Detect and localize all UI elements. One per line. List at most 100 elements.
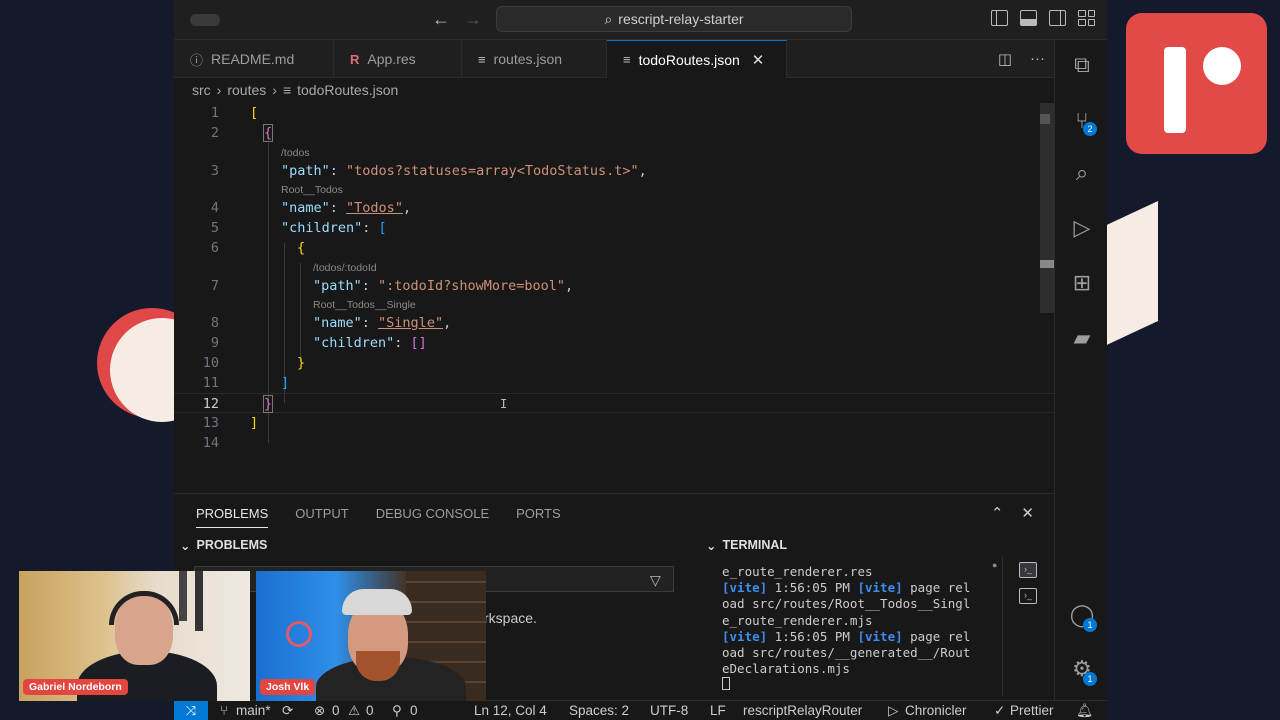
code-line: 5 "children": [ bbox=[210, 220, 387, 236]
webcam-left: Gabriel Nordeborn bbox=[19, 571, 250, 701]
tab-ports[interactable]: PORTS bbox=[516, 506, 561, 521]
branch-icon: ⑂ bbox=[220, 703, 229, 718]
forward-arrow-icon[interactable]: → bbox=[464, 9, 482, 30]
workspace-name: rescript-relay-starter bbox=[618, 11, 744, 27]
cursor-position[interactable]: Ln 12, Col 4 bbox=[474, 703, 547, 718]
json-icon: ≡ bbox=[478, 51, 486, 67]
search-icon[interactable]: ⌕ bbox=[1069, 160, 1095, 186]
run-and-debug-icon[interactable]: ▷ bbox=[1069, 215, 1095, 241]
code-line-current: 12} I bbox=[174, 393, 1054, 413]
code-line: 3 "path": "todos?statuses=array<TodoStatu… bbox=[210, 163, 647, 179]
terminal-line: e_route_renderer.res bbox=[722, 564, 873, 579]
command-center-search[interactable]: ⌕ rescript-relay-starter bbox=[496, 6, 852, 32]
terminal-line: eDeclarations.mjs bbox=[722, 661, 850, 677]
chronicler-status[interactable]: Chronicler bbox=[905, 703, 967, 718]
indentation[interactable]: Spaces: 2 bbox=[569, 703, 629, 718]
tab-app-res[interactable]: R App.res bbox=[334, 40, 462, 78]
extensions-icon[interactable]: ⊞ bbox=[1069, 270, 1095, 296]
split-editor-icon[interactable]: ◫ bbox=[998, 50, 1012, 68]
code-line: 14 bbox=[202, 435, 219, 451]
customize-layout-icon[interactable] bbox=[1078, 10, 1095, 26]
tab-todo-routes-json[interactable]: ≡ todoRoutes.json ✕ bbox=[607, 40, 787, 78]
tab-problems[interactable]: PROBLEMS bbox=[196, 499, 269, 528]
scrollbar-marker bbox=[1040, 114, 1050, 124]
error-icon: ⊗ bbox=[314, 703, 326, 718]
explorer-icon[interactable]: ⧉ bbox=[1069, 52, 1095, 78]
inlay-hint: Root__Todos__Single bbox=[313, 299, 416, 311]
terminal-line: oad src/routes/__generated__/Rout bbox=[722, 645, 971, 661]
toggle-panel-icon[interactable] bbox=[1020, 10, 1037, 26]
remote-icon[interactable]: ⤨ bbox=[174, 701, 208, 720]
tab-routes-json[interactable]: ≡ routes.json bbox=[462, 40, 607, 78]
breadcrumb-file[interactable]: todoRoutes.json bbox=[297, 82, 398, 98]
warning-count[interactable]: 0 bbox=[366, 703, 374, 718]
tab-debug-console[interactable]: DEBUG CONSOLE bbox=[376, 506, 489, 521]
rescript-icon: R bbox=[350, 51, 360, 67]
git-branch[interactable]: main* bbox=[236, 703, 271, 718]
code-line: 11] bbox=[202, 375, 290, 391]
terminal-line: oad src/routes/Root__Todos__Singl bbox=[722, 596, 971, 612]
sync-icon[interactable]: ⟳ bbox=[282, 703, 293, 719]
warning-icon: ⚠ bbox=[348, 703, 361, 718]
terminal-section-header[interactable]: ⌄ TERMINAL bbox=[706, 534, 787, 556]
code-line: 7 "path": ":todoId?showMore=bool", bbox=[210, 278, 574, 294]
status-bar: ⤨ ⑂ main* ⟳ ⊗ 0 ⚠ 0 ⚲ 0 Ln 12, Col 4 Spa… bbox=[174, 700, 1107, 720]
code-line: 10} bbox=[202, 355, 306, 371]
chevron-down-icon: ⌄ bbox=[706, 538, 717, 553]
no-problems-message: rkspace. bbox=[484, 610, 537, 626]
background-shape-cream bbox=[1098, 201, 1158, 349]
code-editor[interactable]: 1[ 2{ /todos 3 "path": "todos?statuses=ar… bbox=[174, 103, 1054, 493]
problems-section-header[interactable]: ⌄ PROBLEMS bbox=[180, 534, 267, 556]
activity-bar: ⧉ ⑂ 2 ⌕ ▷ ⊞ ▰ ◯ 1 ⚙ 1 bbox=[1054, 40, 1107, 700]
back-arrow-icon[interactable]: ← bbox=[432, 9, 450, 30]
terminal-instance-icon[interactable]: ›_ bbox=[1019, 588, 1037, 604]
chevron-right-icon: › bbox=[216, 82, 222, 98]
window-controls[interactable] bbox=[190, 14, 220, 26]
title-bar: ← → ⌕ rescript-relay-starter bbox=[174, 0, 1107, 40]
tab-label: todoRoutes.json bbox=[638, 51, 740, 68]
editor-scrollbar[interactable] bbox=[1040, 103, 1054, 313]
terminal-line: [vite] 1:56:05 PM [vite] page rel bbox=[722, 628, 971, 644]
code-line: 4 "name": "Todos", bbox=[210, 200, 412, 216]
filter-icon[interactable]: ▽ bbox=[650, 572, 661, 589]
terminal-line: e_route_renderer.mjs bbox=[722, 612, 873, 628]
chevron-right-icon: › bbox=[272, 82, 277, 98]
toggle-secondary-sidebar-icon[interactable] bbox=[1049, 10, 1066, 26]
encoding[interactable]: UTF-8 bbox=[650, 703, 688, 718]
terminal-instance-icon[interactable]: ›_ bbox=[1019, 562, 1037, 578]
tab-label: App.res bbox=[367, 51, 416, 67]
language-mode[interactable]: rescriptRelayRouter bbox=[743, 703, 862, 718]
code-line: 6{ bbox=[210, 240, 306, 256]
bell-icon[interactable]: 🔔︎ bbox=[1076, 703, 1093, 719]
ports-count[interactable]: 0 bbox=[410, 703, 418, 718]
webcam-right: Josh Vlk bbox=[256, 571, 486, 701]
tab-output[interactable]: OUTPUT bbox=[295, 506, 348, 521]
json-icon: ≡ bbox=[282, 82, 292, 98]
text-cursor-icon: I bbox=[500, 397, 508, 411]
breadcrumb-src[interactable]: src bbox=[192, 82, 211, 98]
code-line: 8 "name": "Single", bbox=[210, 315, 452, 331]
chart-extension-icon[interactable]: ▰ bbox=[1069, 325, 1095, 351]
terminal-scroll-indicator: ● bbox=[992, 560, 998, 570]
toggle-primary-sidebar-icon[interactable] bbox=[991, 10, 1008, 26]
source-control-badge: 2 bbox=[1083, 122, 1097, 136]
terminal-line: [vite] 1:56:05 PM [vite] page rel bbox=[722, 580, 971, 596]
terminal-list: ›_ ›_ bbox=[1002, 556, 1054, 696]
breadcrumb-routes[interactable]: routes bbox=[227, 82, 266, 98]
close-tab-icon[interactable]: ✕ bbox=[752, 51, 765, 69]
line-ending[interactable]: LF bbox=[710, 703, 726, 718]
terminal-output[interactable]: e_route_renderer.res [vite] 1:56:05 PM [v… bbox=[722, 564, 1004, 695]
error-count[interactable]: 0 bbox=[332, 703, 340, 718]
breadcrumb: src › routes › ≡ todoRoutes.json bbox=[192, 82, 398, 98]
terminal-cursor bbox=[722, 677, 1004, 694]
close-panel-icon[interactable]: ✕ bbox=[1021, 504, 1034, 522]
more-actions-icon[interactable]: ··· bbox=[1030, 50, 1045, 68]
patreon-logo-bar bbox=[1164, 47, 1186, 133]
prettier-status[interactable]: Prettier bbox=[1010, 703, 1054, 718]
scrollbar-thumb[interactable] bbox=[1040, 260, 1054, 268]
code-line: 9 "children": [] bbox=[210, 335, 427, 351]
maximize-panel-icon[interactable]: ⌃ bbox=[991, 504, 1004, 522]
inlay-hint: Root__Todos bbox=[281, 184, 343, 196]
patreon-logo bbox=[1126, 13, 1267, 154]
tab-readme[interactable]: ⓘ README.md bbox=[174, 40, 334, 78]
